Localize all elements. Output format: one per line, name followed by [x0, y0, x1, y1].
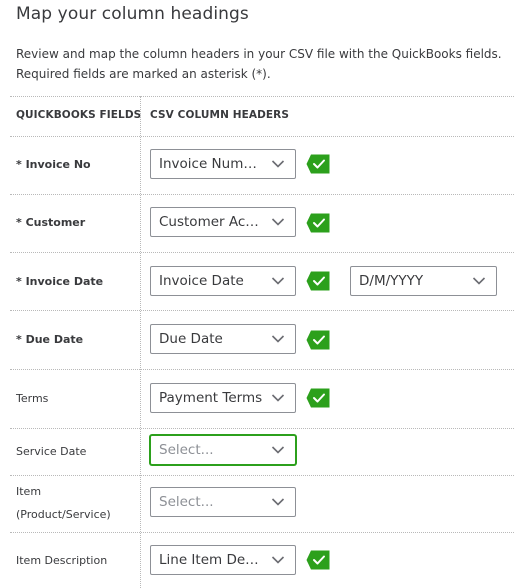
select-value: Payment Terms	[159, 390, 263, 406]
select-placeholder: Select...	[159, 494, 214, 510]
row-divider	[10, 532, 514, 533]
row-divider	[10, 96, 514, 97]
select-value: Invoice Date	[159, 273, 244, 289]
select-value: Invoice Number	[159, 156, 265, 172]
row-divider	[10, 194, 514, 195]
chevron-down-icon	[472, 277, 486, 285]
field-label-terms: Terms	[16, 392, 49, 405]
invoice-no-select[interactable]: Invoice Number	[150, 149, 296, 179]
chevron-down-icon	[271, 160, 285, 168]
customer-select[interactable]: Customer Ac…	[150, 207, 296, 237]
check-tag-icon	[306, 154, 330, 174]
check-tag-icon	[306, 330, 330, 350]
select-value: Due Date	[159, 331, 223, 347]
chevron-down-icon	[271, 498, 285, 506]
row-divider	[10, 475, 514, 476]
chevron-down-icon	[271, 394, 285, 402]
page-title: Map your column headings	[16, 4, 249, 24]
row-divider	[10, 310, 514, 311]
header-csv-column-headers: CSV COLUMN HEADERS	[150, 109, 290, 121]
field-label-item-sub: (Product/Service)	[16, 508, 111, 521]
chevron-down-icon	[271, 277, 285, 285]
row-divider	[10, 369, 514, 370]
field-label-due-date: * Due Date	[16, 333, 84, 346]
check-tag-icon	[306, 388, 330, 408]
due-date-select[interactable]: Due Date	[150, 324, 296, 354]
select-value: Line Item Des…	[159, 552, 265, 568]
field-label-item: Item	[16, 485, 42, 498]
field-label-service-date: Service Date	[16, 445, 87, 458]
select-value: Customer Ac…	[159, 214, 259, 230]
header-quickbooks-fields: QUICKBOOKS FIELDS	[16, 109, 142, 121]
field-label-customer: * Customer	[16, 216, 86, 229]
row-divider	[10, 428, 514, 429]
item-description-select[interactable]: Line Item Des…	[150, 545, 296, 575]
field-label-item-description: Item Description	[16, 554, 108, 567]
field-label-invoice-no: * Invoice No	[16, 158, 91, 171]
date-format-select[interactable]: D/M/YYYY	[350, 266, 497, 296]
row-divider	[10, 252, 514, 253]
terms-select[interactable]: Payment Terms	[150, 383, 296, 413]
select-value: D/M/YYYY	[359, 273, 424, 289]
row-divider	[10, 136, 514, 137]
chevron-down-icon	[271, 218, 285, 226]
chevron-down-icon	[271, 556, 285, 564]
check-tag-icon	[306, 213, 330, 233]
check-tag-icon	[306, 271, 330, 291]
chevron-down-icon	[271, 446, 285, 454]
item-select[interactable]: Select...	[150, 487, 296, 517]
service-date-select[interactable]: Select...	[150, 435, 296, 465]
check-tag-icon	[306, 550, 330, 570]
chevron-down-icon	[271, 335, 285, 343]
page-description: Review and map the column headers in you…	[16, 47, 502, 81]
invoice-date-select[interactable]: Invoice Date	[150, 266, 296, 296]
column-divider	[140, 96, 141, 588]
select-placeholder: Select...	[159, 442, 214, 458]
field-label-invoice-date: * Invoice Date	[16, 275, 104, 288]
